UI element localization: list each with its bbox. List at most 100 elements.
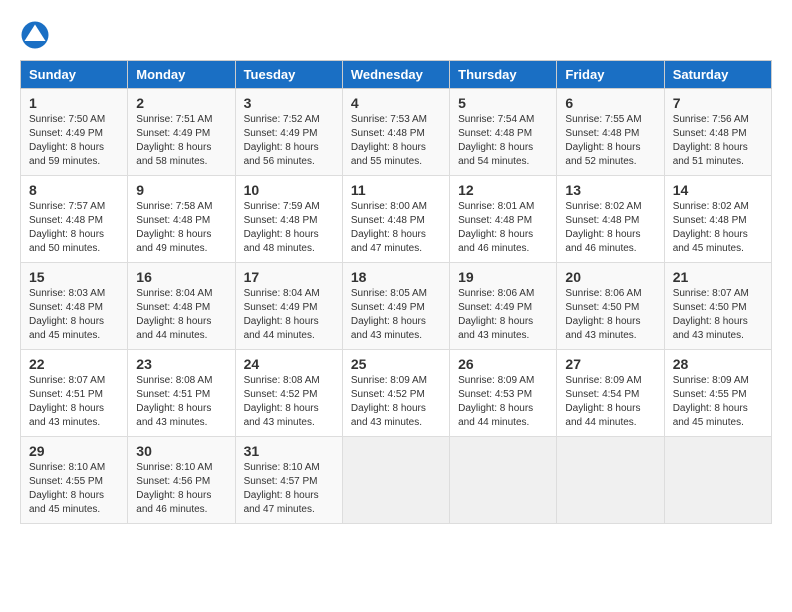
day-info: Sunrise: 8:10 AMSunset: 4:57 PMDaylight:… <box>244 461 334 517</box>
day-number: 29 <box>29 443 119 459</box>
day-info: Sunrise: 8:00 AMSunset: 4:48 PMDaylight:… <box>351 200 441 256</box>
day-info: Sunrise: 8:09 AMSunset: 4:53 PMDaylight:… <box>458 374 548 430</box>
day-info: Sunrise: 7:55 AMSunset: 4:48 PMDaylight:… <box>565 113 655 169</box>
day-number: 8 <box>29 182 119 198</box>
calendar-cell: 18 Sunrise: 8:05 AMSunset: 4:49 PMDayligh… <box>342 263 449 350</box>
calendar-cell: 23 Sunrise: 8:08 AMSunset: 4:51 PMDayligh… <box>128 350 235 437</box>
calendar-cell: 4Sunrise: 7:53 AMSunset: 4:48 PMDaylight… <box>342 89 449 176</box>
day-info: Sunrise: 8:09 AMSunset: 4:52 PMDaylight:… <box>351 374 441 430</box>
calendar-cell <box>342 437 449 524</box>
day-info: Sunrise: 8:06 AMSunset: 4:50 PMDaylight:… <box>565 287 655 343</box>
calendar-cell <box>664 437 771 524</box>
day-info: Sunrise: 7:52 AMSunset: 4:49 PMDaylight:… <box>244 113 334 169</box>
day-info: Sunrise: 8:01 AMSunset: 4:48 PMDaylight:… <box>458 200 548 256</box>
day-number: 20 <box>565 269 655 285</box>
day-number: 14 <box>673 182 763 198</box>
day-info: Sunrise: 8:02 AMSunset: 4:48 PMDaylight:… <box>673 200 763 256</box>
day-info: Sunrise: 7:56 AMSunset: 4:48 PMDaylight:… <box>673 113 763 169</box>
calendar-cell: 12 Sunrise: 8:01 AMSunset: 4:48 PMDayligh… <box>450 176 557 263</box>
day-info: Sunrise: 8:09 AMSunset: 4:55 PMDaylight:… <box>673 374 763 430</box>
calendar-cell: 27 Sunrise: 8:09 AMSunset: 4:54 PMDayligh… <box>557 350 664 437</box>
day-info: Sunrise: 8:07 AMSunset: 4:50 PMDaylight:… <box>673 287 763 343</box>
day-info: Sunrise: 7:58 AMSunset: 4:48 PMDaylight:… <box>136 200 226 256</box>
day-number: 25 <box>351 356 441 372</box>
calendar-cell: 3 Sunrise: 7:52 AMSunset: 4:49 PMDaylight… <box>235 89 342 176</box>
day-number: 5 <box>458 95 548 111</box>
day-number: 18 <box>351 269 441 285</box>
day-number: 24 <box>244 356 334 372</box>
calendar-cell: 26 Sunrise: 8:09 AMSunset: 4:53 PMDayligh… <box>450 350 557 437</box>
day-info: Sunrise: 8:10 AMSunset: 4:56 PMDaylight:… <box>136 461 226 517</box>
calendar-cell: 2Sunrise: 7:51 AMSunset: 4:49 PMDaylight… <box>128 89 235 176</box>
logo-icon <box>20 20 50 50</box>
day-header-wednesday: Wednesday <box>342 61 449 89</box>
day-number: 26 <box>458 356 548 372</box>
calendar-cell: 8 Sunrise: 7:57 AMSunset: 4:48 PMDaylight… <box>21 176 128 263</box>
day-number: 16 <box>136 269 226 285</box>
calendar-cell: 1 Sunrise: 7:50 AMSunset: 4:49 PMDaylight… <box>21 89 128 176</box>
calendar-cell: 25 Sunrise: 8:09 AMSunset: 4:52 PMDayligh… <box>342 350 449 437</box>
day-number: 1 <box>29 95 119 111</box>
day-info: Sunrise: 8:04 AMSunset: 4:49 PMDaylight:… <box>244 287 334 343</box>
calendar-cell: 6Sunrise: 7:55 AMSunset: 4:48 PMDaylight… <box>557 89 664 176</box>
calendar-week-4: 22 Sunrise: 8:07 AMSunset: 4:51 PMDayligh… <box>21 350 772 437</box>
day-number: 30 <box>136 443 226 459</box>
day-number: 28 <box>673 356 763 372</box>
day-header-monday: Monday <box>128 61 235 89</box>
calendar-cell: 15 Sunrise: 8:03 AMSunset: 4:48 PMDayligh… <box>21 263 128 350</box>
day-header-tuesday: Tuesday <box>235 61 342 89</box>
day-header-friday: Friday <box>557 61 664 89</box>
day-number: 4 <box>351 95 441 111</box>
day-info: Sunrise: 8:04 AMSunset: 4:48 PMDaylight:… <box>136 287 226 343</box>
calendar-cell: 13 Sunrise: 8:02 AMSunset: 4:48 PMDayligh… <box>557 176 664 263</box>
day-header-thursday: Thursday <box>450 61 557 89</box>
day-number: 31 <box>244 443 334 459</box>
day-number: 19 <box>458 269 548 285</box>
calendar-cell: 5Sunrise: 7:54 AMSunset: 4:48 PMDaylight… <box>450 89 557 176</box>
day-info: Sunrise: 7:50 AMSunset: 4:49 PMDaylight:… <box>29 113 119 169</box>
calendar-table: SundayMondayTuesdayWednesdayThursdayFrid… <box>20 60 772 524</box>
calendar-cell: 20 Sunrise: 8:06 AMSunset: 4:50 PMDayligh… <box>557 263 664 350</box>
day-number: 10 <box>244 182 334 198</box>
calendar-cell <box>557 437 664 524</box>
day-number: 17 <box>244 269 334 285</box>
day-info: Sunrise: 8:10 AMSunset: 4:55 PMDaylight:… <box>29 461 119 517</box>
calendar-cell: 24Sunrise: 8:08 AMSunset: 4:52 PMDayligh… <box>235 350 342 437</box>
day-info: Sunrise: 8:02 AMSunset: 4:48 PMDaylight:… <box>565 200 655 256</box>
day-info: Sunrise: 7:59 AMSunset: 4:48 PMDaylight:… <box>244 200 334 256</box>
day-info: Sunrise: 8:06 AMSunset: 4:49 PMDaylight:… <box>458 287 548 343</box>
day-number: 23 <box>136 356 226 372</box>
calendar-week-3: 15 Sunrise: 8:03 AMSunset: 4:48 PMDayligh… <box>21 263 772 350</box>
day-info: Sunrise: 8:09 AMSunset: 4:54 PMDaylight:… <box>565 374 655 430</box>
day-info: Sunrise: 8:03 AMSunset: 4:48 PMDaylight:… <box>29 287 119 343</box>
calendar-week-5: 29 Sunrise: 8:10 AMSunset: 4:55 PMDayligh… <box>21 437 772 524</box>
calendar-cell: 21Sunrise: 8:07 AMSunset: 4:50 PMDayligh… <box>664 263 771 350</box>
day-number: 22 <box>29 356 119 372</box>
day-info: Sunrise: 7:57 AMSunset: 4:48 PMDaylight:… <box>29 200 119 256</box>
calendar-cell: 31 Sunrise: 8:10 AMSunset: 4:57 PMDayligh… <box>235 437 342 524</box>
day-number: 7 <box>673 95 763 111</box>
calendar-cell: 17 Sunrise: 8:04 AMSunset: 4:49 PMDayligh… <box>235 263 342 350</box>
day-info: Sunrise: 8:05 AMSunset: 4:49 PMDaylight:… <box>351 287 441 343</box>
calendar-cell: 22 Sunrise: 8:07 AMSunset: 4:51 PMDayligh… <box>21 350 128 437</box>
day-info: Sunrise: 8:07 AMSunset: 4:51 PMDaylight:… <box>29 374 119 430</box>
day-number: 15 <box>29 269 119 285</box>
calendar-cell: 19 Sunrise: 8:06 AMSunset: 4:49 PMDayligh… <box>450 263 557 350</box>
calendar-cell: 9 Sunrise: 7:58 AMSunset: 4:48 PMDaylight… <box>128 176 235 263</box>
day-number: 12 <box>458 182 548 198</box>
calendar-cell: 10 Sunrise: 7:59 AMSunset: 4:48 PMDayligh… <box>235 176 342 263</box>
day-number: 3 <box>244 95 334 111</box>
calendar-cell: 16 Sunrise: 8:04 AMSunset: 4:48 PMDayligh… <box>128 263 235 350</box>
day-number: 13 <box>565 182 655 198</box>
day-header-sunday: Sunday <box>21 61 128 89</box>
calendar-cell: 7 Sunrise: 7:56 AMSunset: 4:48 PMDaylight… <box>664 89 771 176</box>
day-info: Sunrise: 8:08 AMSunset: 4:51 PMDaylight:… <box>136 374 226 430</box>
day-number: 9 <box>136 182 226 198</box>
calendar-cell: 11Sunrise: 8:00 AMSunset: 4:48 PMDayligh… <box>342 176 449 263</box>
day-number: 2 <box>136 95 226 111</box>
calendar-cell: 30 Sunrise: 8:10 AMSunset: 4:56 PMDayligh… <box>128 437 235 524</box>
calendar-week-1: 1 Sunrise: 7:50 AMSunset: 4:49 PMDaylight… <box>21 89 772 176</box>
day-number: 27 <box>565 356 655 372</box>
calendar-cell: 28 Sunrise: 8:09 AMSunset: 4:55 PMDayligh… <box>664 350 771 437</box>
calendar-cell: 14 Sunrise: 8:02 AMSunset: 4:48 PMDayligh… <box>664 176 771 263</box>
